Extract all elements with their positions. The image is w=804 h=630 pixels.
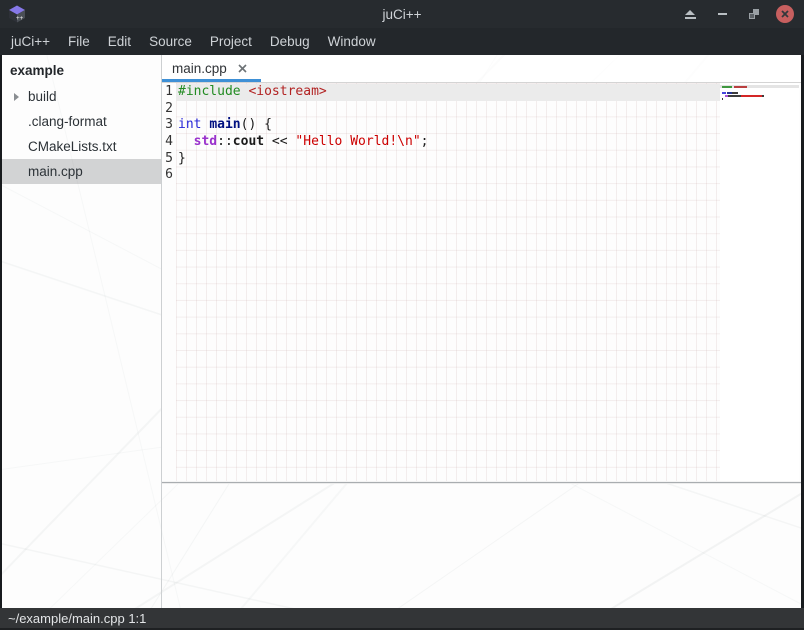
tree-item-label: main.cpp [28, 164, 83, 179]
code-line [178, 101, 428, 118]
menu-item-source[interactable]: Source [140, 30, 201, 53]
token-str: "Hello World!\n" [295, 134, 420, 149]
token-plain [178, 134, 194, 149]
tree-item-main-cpp[interactable]: main.cpp [2, 159, 161, 184]
svg-text:++: ++ [16, 15, 24, 22]
token-kw: int [178, 117, 201, 132]
token-plain: << [264, 134, 295, 149]
menu-item-project[interactable]: Project [201, 30, 261, 53]
tree-items: build .clang-format CMakeLists.txt main.cpp [2, 84, 161, 184]
minimap-line [720, 101, 799, 104]
tree-item-label: build [28, 89, 57, 104]
code-line [178, 167, 428, 184]
code-area: 123456 #include <iostream>int main() { s… [162, 83, 801, 184]
minimap[interactable] [720, 83, 799, 481]
tab-label: main.cpp [172, 61, 227, 76]
token-ns: std [194, 134, 217, 149]
line-number: 6 [162, 167, 173, 184]
code-line: } [178, 151, 428, 168]
token-plain: } [178, 151, 186, 166]
code-lines: #include <iostream>int main() { std::cou… [176, 84, 428, 184]
window-controls [680, 4, 804, 24]
token-pre: #include [178, 84, 241, 99]
line-number-gutter: 123456 [162, 84, 176, 184]
tree-root-folder[interactable]: example [2, 58, 161, 84]
shade-icon [685, 10, 695, 15]
menu-item-debug[interactable]: Debug [261, 30, 319, 53]
menu-item-file[interactable]: File [59, 30, 99, 53]
restore-icon [749, 9, 759, 19]
line-number: 2 [162, 101, 173, 118]
content-area: example build .clang-format CMakeLists.txt… [0, 55, 804, 608]
tab-close-icon[interactable] [236, 62, 249, 75]
shade-button[interactable] [680, 4, 700, 24]
tab-main-cpp[interactable]: main.cpp [162, 55, 261, 82]
line-number: 3 [162, 117, 173, 134]
token-inc: <iostream> [248, 84, 326, 99]
code-line: #include <iostream> [178, 84, 428, 101]
line-number: 1 [162, 84, 173, 101]
juci-window: { "titlebar": { "title": "juCi++", "cont… [0, 0, 804, 630]
minimize-icon [718, 13, 727, 15]
tree-item-cmakelists-txt[interactable]: CMakeLists.txt [2, 134, 161, 159]
code-editor[interactable]: 123456 #include <iostream>int main() { s… [162, 83, 801, 481]
expander-icon[interactable] [7, 93, 25, 101]
token-plain: :: [217, 134, 233, 149]
code-line: std::cout << "Hello World!\n"; [178, 134, 428, 151]
tree-item-label: CMakeLists.txt [28, 139, 117, 154]
tab-bar: main.cpp [162, 55, 801, 83]
menu-item-window[interactable]: Window [319, 30, 385, 53]
menu-bar: juCi++FileEditSourceProjectDebugWindow [0, 28, 804, 55]
tree-item-label: .clang-format [28, 114, 107, 129]
line-number: 4 [162, 134, 173, 151]
status-bar: ~/example/main.cpp 1:1 [0, 608, 804, 630]
menu-item-juci[interactable]: juCi++ [2, 30, 59, 53]
close-button[interactable] [776, 5, 794, 23]
minimize-button[interactable] [712, 4, 732, 24]
output-terminal-panel[interactable] [162, 484, 801, 608]
token-fn: main [209, 117, 240, 132]
token-plain: () { [241, 117, 272, 132]
menu-item-edit[interactable]: Edit [99, 30, 140, 53]
status-file-location: ~/example/main.cpp 1:1 [8, 611, 146, 626]
title-bar[interactable]: ++ juCi++ [0, 0, 804, 28]
code-line: int main() { [178, 117, 428, 134]
file-tree-panel: example build .clang-format CMakeLists.txt… [2, 55, 162, 608]
line-number: 5 [162, 151, 173, 168]
main-panel: main.cpp 123456 #include <iostream>int m… [162, 55, 801, 608]
tree-item-build[interactable]: build [2, 84, 161, 109]
app-logo-icon: ++ [6, 3, 28, 25]
close-icon [780, 9, 790, 19]
token-plain: ; [421, 134, 429, 149]
active-tab-indicator [162, 79, 261, 82]
tree-item--clang-format[interactable]: .clang-format [2, 109, 161, 134]
token-id: cout [233, 134, 264, 149]
maximize-button[interactable] [744, 4, 764, 24]
